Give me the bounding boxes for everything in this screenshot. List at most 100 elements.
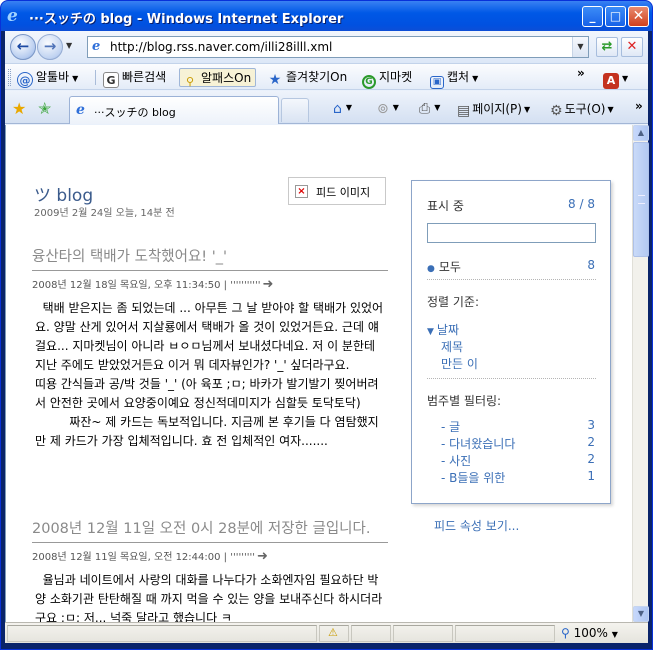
stop-button[interactable]: ✕ <box>621 37 643 57</box>
filter-all[interactable]: ● 모두 <box>427 258 461 275</box>
print-icon: ⎙ <box>419 101 431 117</box>
gmarket-item[interactable]: G 지마켓 <box>362 68 412 89</box>
entry-meta: 2008년 12월 11일 목요일, 오전 12:44:00 | '''''''… <box>32 548 388 564</box>
more-commands-chevron[interactable]: » <box>635 99 643 113</box>
category-label: 범주별 필터링: <box>427 394 502 408</box>
favorites-center-icon[interactable]: ★ <box>12 99 26 118</box>
toolbar-grip[interactable] <box>8 69 11 86</box>
tab-active[interactable]: e ···スッチの blog <box>69 96 279 124</box>
security-warning-icon[interactable]: ⚠ <box>328 626 338 639</box>
feed-title[interactable]: ツ blog <box>34 181 93 206</box>
recent-pages-dropdown-icon[interactable]: ▼ <box>66 41 72 50</box>
status-pane: ⚠ <box>319 625 349 642</box>
key-icon: ⚲ <box>185 75 195 88</box>
page-menu-button[interactable]: ▤ 페이지(P) ▼ <box>457 100 530 119</box>
status-pane <box>351 625 391 642</box>
entry-title[interactable]: 융산타의 택배가 도착했어요! '_' <box>32 247 388 271</box>
home-button[interactable]: ⌂ ▼ <box>333 100 352 117</box>
sort-option-date[interactable]: ▼ 날짜 <box>427 321 459 338</box>
altoolbar-item[interactable]: @ 알툴바 ▼ <box>17 68 78 88</box>
sort-arrow-icon: ▼ <box>427 327 434 337</box>
scroll-down-icon[interactable]: ▼ <box>633 606 649 622</box>
entry-date: 2008년 12월 18일 목요일, 오후 11:34:50 | '''''''… <box>32 280 261 291</box>
star-icon: ★ <box>268 72 282 88</box>
feed-date: 2009년 2월 24일 오늘, 14분 전 <box>34 208 175 219</box>
address-dropdown-icon[interactable]: ▼ <box>572 37 588 57</box>
capture-item[interactable]: ▣ 캡처 ▼ <box>430 68 479 89</box>
filter-all-count: 8 <box>587 258 595 272</box>
feeds-button[interactable]: ⊚ ▼ <box>377 100 399 117</box>
entry-title[interactable]: 2008년 12월 11일 오전 0시 28분에 저장한 글입니다. <box>32 519 388 543</box>
category-item[interactable]: - 다녀왔습니다 <box>441 435 515 452</box>
altoolbar-label: 알툴바 <box>36 70 70 84</box>
filter-panel: 표시 중 8 / 8 ● 모두 8 정렬 기준: ▼ 날짜 제목 만든 이 범주별 … <box>411 180 611 504</box>
sort-option-author[interactable]: 만든 이 <box>441 355 478 372</box>
chevron-down-icon: ▼ <box>434 103 441 112</box>
add-favorite-icon[interactable]: ✭ <box>38 99 51 118</box>
alpass-label: 알패스On <box>201 71 252 85</box>
entry-meta: 2008년 12월 18일 목요일, 오후 11:34:50 | '''''''… <box>32 276 388 292</box>
quick-search-label: 빠른검색 <box>122 70 167 84</box>
filter-search-input[interactable] <box>427 223 596 243</box>
status-bar: ⚠ ⚲ 100% ▼ <box>5 622 648 643</box>
showing-count: 8 / 8 <box>568 197 595 211</box>
go-arrow-icon[interactable]: ➜ <box>257 549 268 564</box>
alpass-item[interactable]: ⚲ 알패스On <box>179 68 257 88</box>
forward-button[interactable]: → <box>37 34 63 60</box>
category-count: 3 <box>587 418 595 432</box>
zoom-level: 100% <box>573 626 608 640</box>
feed-image-label: 피드 이미지 <box>316 186 371 199</box>
translate-item[interactable]: A ▼ <box>603 68 628 89</box>
category-item[interactable]: - 사진 <box>441 452 471 469</box>
print-button[interactable]: ⎙ ▼ <box>419 100 440 117</box>
feed-properties-link[interactable]: 피드 속성 보기... <box>434 517 519 534</box>
more-links-chevron[interactable]: » <box>577 66 585 80</box>
category-item[interactable]: - B들을 위한 <box>441 469 505 486</box>
filter-all-label: 모두 <box>438 260 461 274</box>
chevron-down-icon: ▼ <box>392 103 399 112</box>
chevron-down-icon: ▼ <box>607 105 614 114</box>
status-text-pane <box>7 625 317 642</box>
refresh-button[interactable]: ⇄ <box>596 37 618 57</box>
chevron-down-icon: ▼ <box>472 74 479 83</box>
page-icon: e <box>92 39 101 54</box>
zoom-control[interactable]: ⚲ 100% ▼ <box>561 626 618 640</box>
google-g-icon: G <box>103 72 119 88</box>
new-tab-button[interactable] <box>281 98 309 122</box>
address-row: ← → ▼ e http://blog.rss.naver.com/illi28… <box>5 31 648 63</box>
page-icon: ▤ <box>457 103 471 119</box>
stop-icon: ✕ <box>626 39 638 54</box>
close-button[interactable]: ✕ <box>628 6 649 27</box>
title-bar[interactable]: e ···スッチの blog - Windows Internet Explor… <box>1 1 652 31</box>
category-item[interactable]: - 글 <box>441 418 460 435</box>
category-count: 2 <box>587 452 595 466</box>
address-bar[interactable]: e http://blog.rss.naver.com/illi28illl.x… <box>87 36 589 58</box>
address-url[interactable]: http://blog.rss.naver.com/illi28illl.xml <box>110 40 332 54</box>
scroll-up-icon[interactable]: ▲ <box>633 125 649 141</box>
feed-entry: 2008년 12월 11일 오전 0시 28분에 저장한 글입니다. 2008년… <box>32 519 388 622</box>
maximize-button[interactable]: □ <box>605 6 626 27</box>
feed-image[interactable]: × 피드 이미지 <box>288 177 386 205</box>
go-arrow-icon[interactable]: ➜ <box>262 277 273 292</box>
vertical-scrollbar[interactable]: ▲ ▼ <box>632 125 649 622</box>
entry-body: 율님과 네이트에서 사랑의 대화를 나누다가 소화엔자임 필요하단 박양 소화기… <box>35 573 383 622</box>
favorites-on-item[interactable]: ★ 즐겨찾기On <box>267 68 348 88</box>
tab-label: ···スッチの blog <box>94 106 176 119</box>
panel-divider <box>427 378 596 379</box>
tools-menu-button[interactable]: ⚙ 도구(O) ▼ <box>550 100 614 119</box>
sort-option-title[interactable]: 제목 <box>441 338 463 355</box>
gmarket-icon: G <box>362 75 376 89</box>
links-toolbar: @ 알툴바 ▼ G 빠른검색 ⚲ 알패스On ★ 즐겨찾기On G 지마켓 ▣ 캡처 ▼ » A… <box>5 63 648 90</box>
page-menu-label: 페이지(P) <box>472 102 522 116</box>
minimize-button[interactable]: _ <box>582 6 603 27</box>
quick-search-item[interactable]: G 빠른검색 <box>103 68 167 88</box>
scroll-thumb[interactable] <box>633 142 649 257</box>
back-button[interactable]: ← <box>10 34 36 60</box>
home-icon: ⌂ <box>333 101 342 117</box>
tools-menu-label: 도구(O) <box>564 102 606 116</box>
browser-chrome: ← → ▼ e http://blog.rss.naver.com/illi28… <box>5 31 649 643</box>
bullet-icon: ● <box>427 264 435 274</box>
refresh-icon: ⇄ <box>601 39 613 54</box>
entry-date: 2008년 12월 11일 목요일, 오전 12:44:00 | '''''''… <box>32 552 255 563</box>
feed-entry: 융산타의 택배가 도착했어요! '_' 2008년 12월 18일 목요일, 오… <box>32 247 388 451</box>
